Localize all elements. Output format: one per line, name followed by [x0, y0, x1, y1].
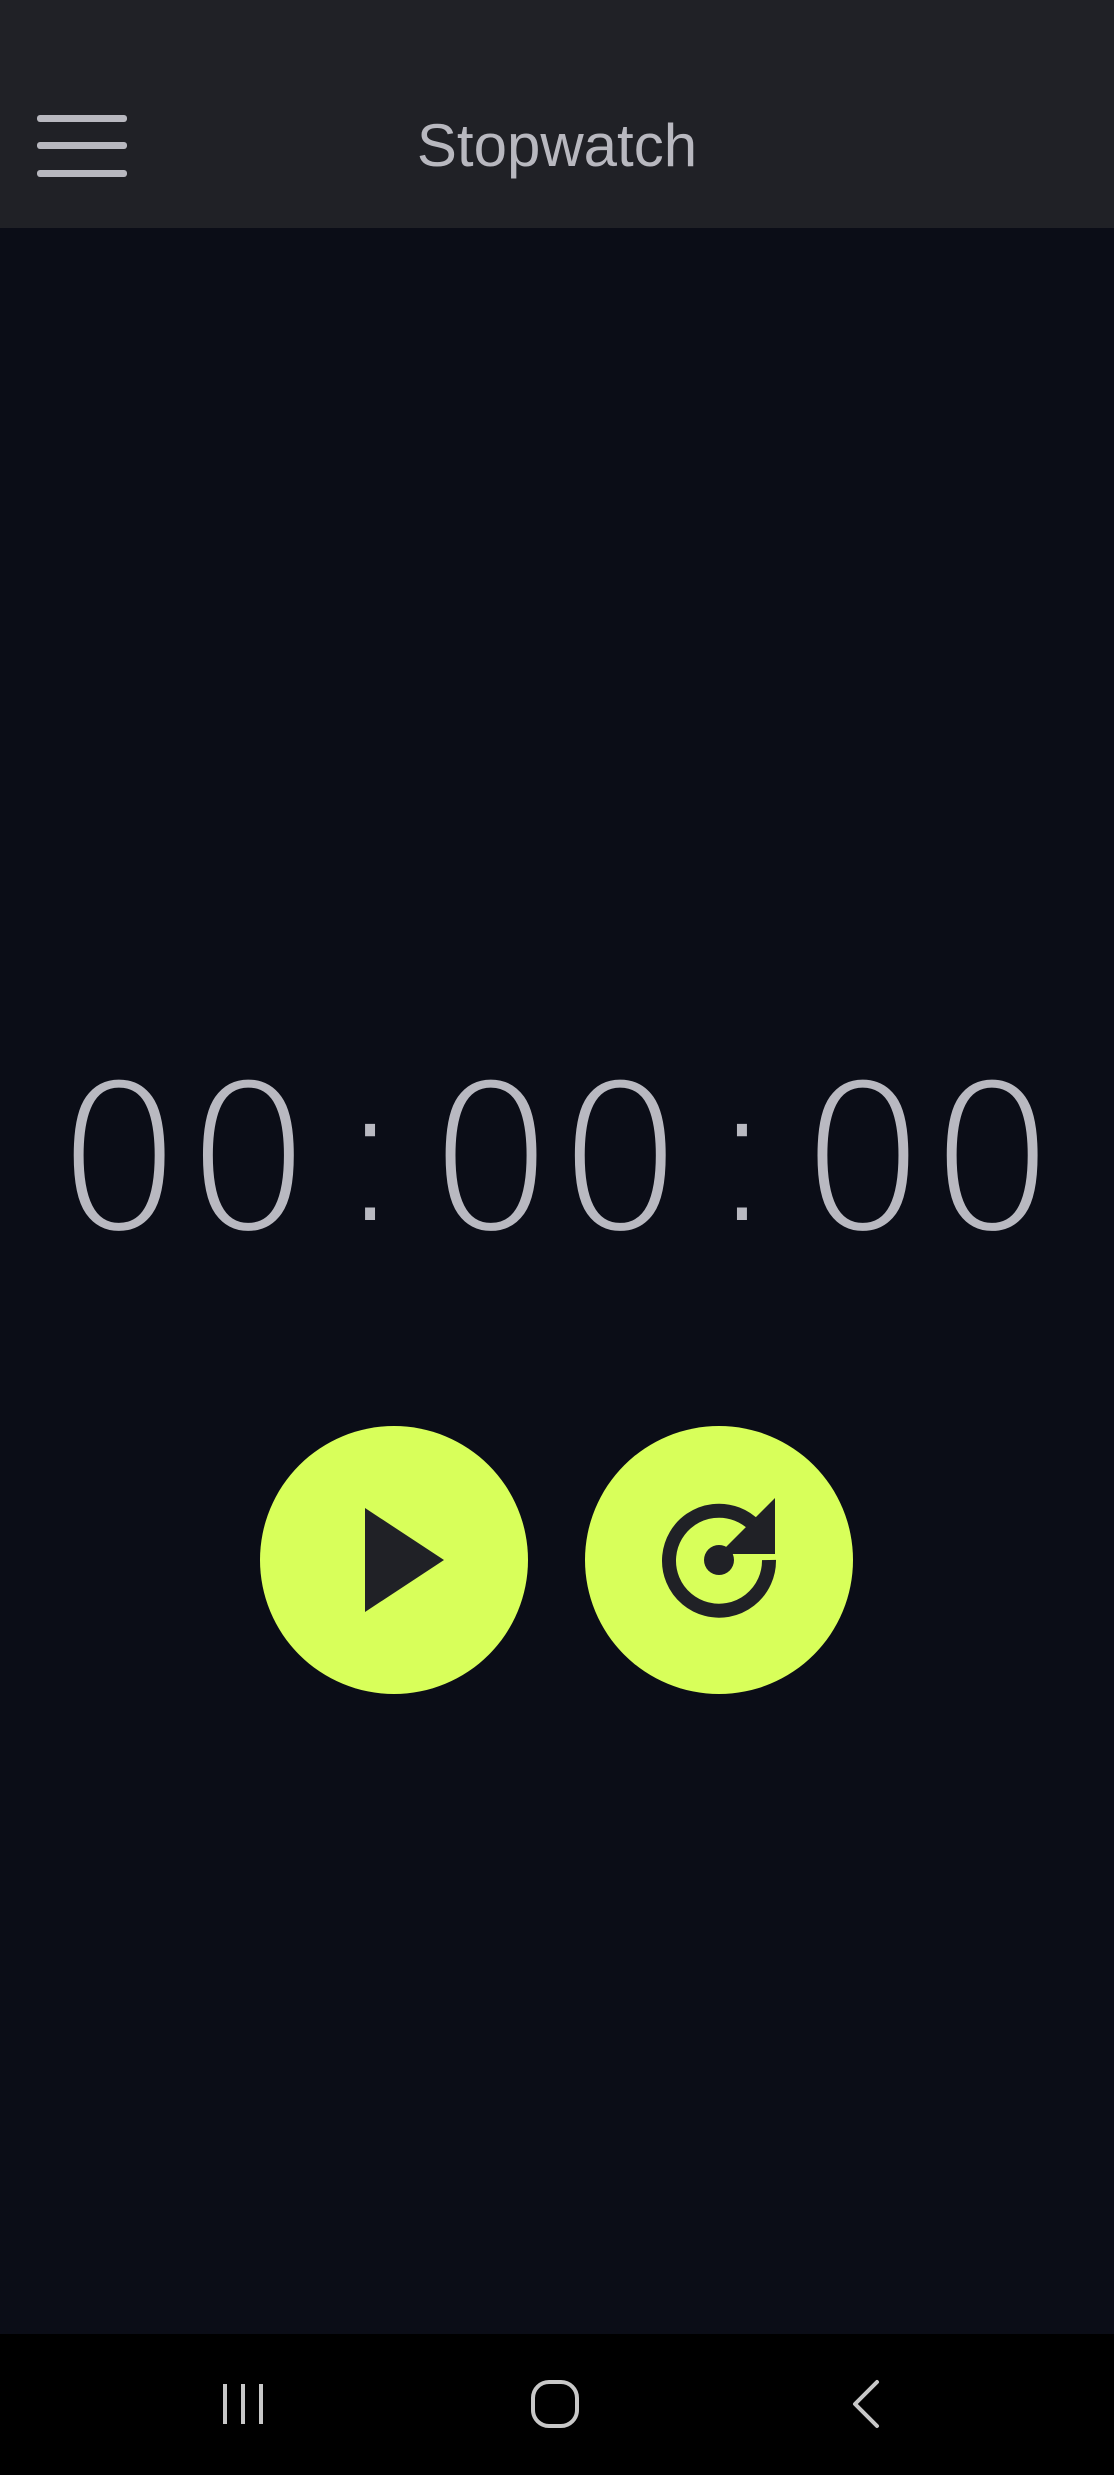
reset-button[interactable]: [585, 1426, 853, 1694]
timer-controls: [0, 1426, 1114, 1694]
back-button[interactable]: [807, 2354, 927, 2454]
back-icon: [853, 2380, 879, 2428]
recents-icon: [223, 2384, 263, 2424]
stopwatch-screen: Stopwatch 00 : 00 : 00: [0, 0, 1114, 2475]
timer-separator: :: [336, 1035, 406, 1268]
play-icon: [365, 1508, 444, 1612]
timer-separator: :: [708, 1035, 778, 1268]
page-title: Stopwatch: [416, 112, 698, 179]
system-nav-bar: [0, 2334, 1114, 2475]
timer-seconds: 00: [799, 1043, 1059, 1276]
home-icon: [531, 2380, 579, 2428]
reset-icon: [662, 1498, 777, 1618]
play-button[interactable]: [260, 1426, 528, 1694]
recents-button[interactable]: [183, 2354, 303, 2454]
timer-display: 00 : 00 : 00: [0, 1037, 1114, 1276]
app-bar: Stopwatch: [0, 0, 1114, 228]
timer-hours: 00: [55, 1043, 315, 1276]
home-button[interactable]: [495, 2354, 615, 2454]
timer-minutes: 00: [427, 1043, 687, 1276]
